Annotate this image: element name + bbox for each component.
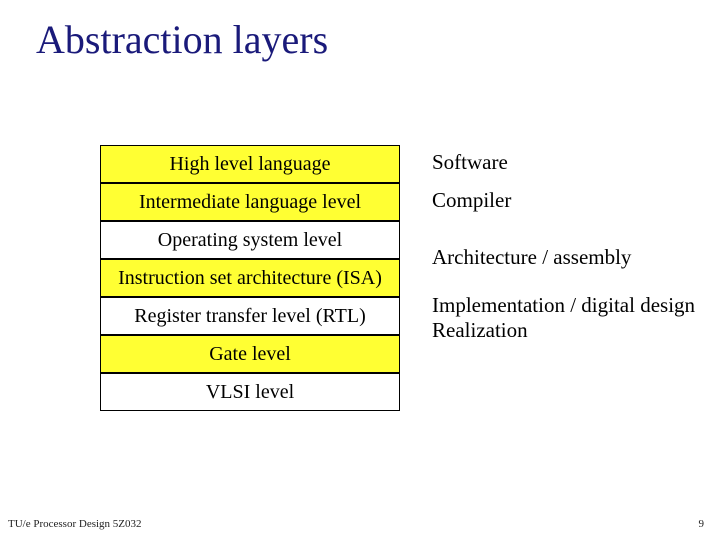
footer-text: TU/e Processor Design 5Z032: [8, 518, 142, 530]
annotation-compiler: Compiler: [432, 188, 695, 213]
annotation-implementation: Implementation / digital design Realizat…: [432, 293, 695, 343]
level-box: Gate level: [100, 335, 400, 373]
level-annotations: Software Compiler Architecture / assembl…: [432, 145, 695, 411]
level-box: Intermediate language level: [100, 183, 400, 221]
annotation-architecture: Architecture / assembly: [432, 245, 695, 270]
level-box: High level language: [100, 145, 400, 183]
slide-title: Abstraction layers: [36, 16, 328, 63]
annotation-implementation-line1: Implementation / digital design: [432, 293, 695, 317]
level-box: Operating system level: [100, 221, 400, 259]
level-box: Instruction set architecture (ISA): [100, 259, 400, 297]
level-box: Register transfer level (RTL): [100, 297, 400, 335]
level-box: VLSI level: [100, 373, 400, 411]
slide-body: High level language Intermediate languag…: [100, 145, 695, 411]
annotation-implementation-line2: Realization: [432, 318, 528, 342]
slide: Abstraction layers High level language I…: [0, 0, 720, 540]
page-number: 9: [699, 518, 705, 530]
annotation-software: Software: [432, 150, 695, 175]
level-boxes: High level language Intermediate languag…: [100, 145, 400, 411]
